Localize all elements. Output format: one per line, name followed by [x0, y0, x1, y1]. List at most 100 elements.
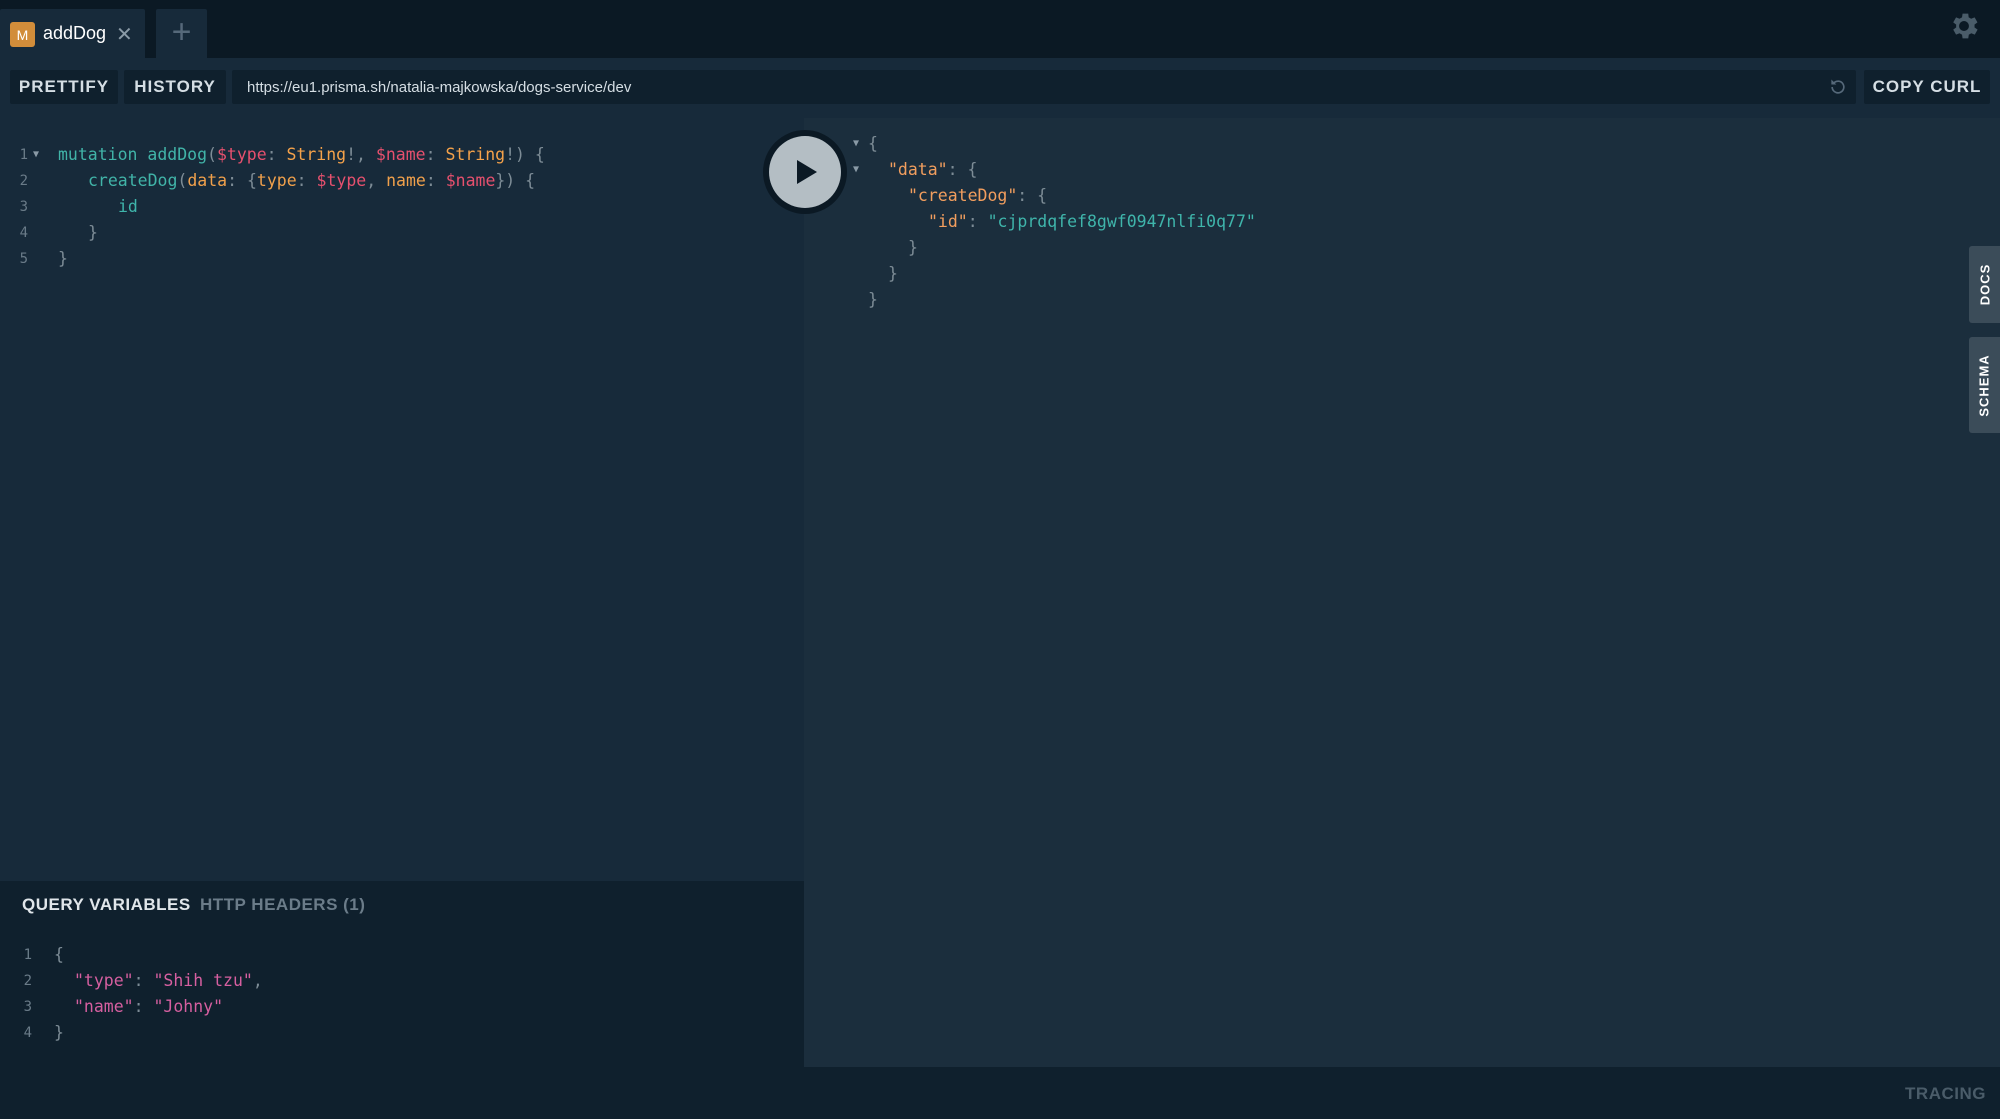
schema-tab-label: SCHEMA — [1977, 353, 1992, 417]
copy-curl-button[interactable]: COPY CURL — [1864, 70, 1990, 104]
code-token: "name" — [74, 997, 134, 1016]
code-token: !) { — [505, 145, 545, 164]
code-token: createDog — [88, 171, 178, 190]
code-token: "Johny" — [153, 997, 224, 1016]
code-token: String — [445, 145, 506, 164]
code-token: , — [366, 171, 387, 190]
code-token: { — [868, 134, 878, 153]
code-token: } — [908, 238, 918, 257]
code-text: "createDog": { — [908, 183, 1047, 209]
query-line: 4} — [0, 220, 780, 246]
variables-editor[interactable]: 1{2 "type": "Shih tzu", 3 "name": "Johny" 4} — [0, 881, 804, 1067]
fold-arrow-icon[interactable]: ▼ — [33, 142, 39, 168]
code-token: : — [967, 212, 988, 231]
code-token: data — [187, 171, 228, 190]
line-number: 1 — [23, 947, 32, 963]
code-text: "data": { — [888, 157, 977, 183]
line-number: 3 — [19, 199, 28, 215]
code-token: : — [133, 971, 154, 990]
docs-tab-label: DOCS — [1977, 263, 1992, 306]
result-line: "createDog": { — [804, 183, 1584, 209]
code-text: "id": "cjprdqfef8gwf0947nlfi0q77" — [928, 209, 1256, 235]
variables-line: 1{ — [0, 942, 780, 968]
prettify-button[interactable]: PRETTIFY — [10, 70, 118, 104]
endpoint-url-input[interactable]: https://eu1.prisma.sh/natalia-majkowska/… — [232, 70, 1856, 104]
schema-tab[interactable]: SCHEMA — [1969, 337, 2000, 433]
code-token: "data" — [888, 160, 948, 179]
fold-arrow-icon[interactable]: ▼ — [853, 131, 859, 157]
history-button[interactable]: HISTORY — [124, 70, 226, 104]
code-token: $name — [375, 145, 426, 164]
close-icon[interactable]: ✕ — [116, 22, 133, 47]
new-tab-button[interactable]: + — [156, 9, 207, 58]
code-token: "cjprdqfef8gwf0947nlfi0q77" — [987, 212, 1256, 231]
code-token: , — [252, 971, 263, 990]
docs-tab[interactable]: DOCS — [1969, 246, 2000, 323]
result-line: "id": "cjprdqfef8gwf0947nlfi0q77" — [804, 209, 1584, 235]
code-text: } — [868, 287, 878, 313]
code-token: "type" — [74, 971, 134, 990]
code-token: } — [868, 290, 878, 309]
code-text: } — [888, 261, 898, 287]
result-viewer: ▼{▼ "data": {"createDog": {"id": "cjprdqf… — [804, 118, 2000, 1067]
query-line: 5} — [0, 246, 780, 272]
result-line: } — [804, 261, 1584, 287]
code-token: } — [888, 264, 898, 283]
query-line: 1 ▼ mutation addDog($type: String!, $name:… — [0, 142, 780, 168]
result-line: ▼{ — [804, 131, 1584, 157]
code-text: } — [54, 1020, 64, 1046]
code-token: }) { — [495, 171, 536, 190]
variables-panel: QUERY VARIABLES HTTP HEADERS (1) 1{2 "typ… — [0, 881, 804, 1067]
reload-icon[interactable] — [1828, 77, 1848, 97]
code-token: ( — [207, 145, 217, 164]
code-text: "name": "Johny" — [74, 994, 223, 1020]
query-line: 2 createDog(data: {type: $type, name: $na… — [0, 168, 780, 194]
line-number: 4 — [19, 225, 28, 241]
code-token: : — [425, 145, 446, 164]
code-token: mutation — [58, 145, 148, 164]
query-editor[interactable]: 1 ▼ mutation addDog($type: String!, $name:… — [0, 118, 804, 881]
line-number: 1 — [19, 147, 28, 163]
result-line: ▼ "data": { — [804, 157, 1584, 183]
code-text: "type": "Shih tzu", — [74, 968, 263, 994]
line-number: 2 — [23, 973, 32, 989]
code-token: } — [54, 1023, 64, 1042]
code-token: $type — [216, 145, 267, 164]
code-token: $name — [445, 171, 496, 190]
result-line: } — [804, 287, 1584, 313]
code-token: name — [386, 171, 426, 190]
code-token: "Shih tzu" — [153, 971, 253, 990]
line-number: 4 — [23, 1025, 32, 1041]
code-text: mutation addDog($type: String!, $name: S… — [58, 142, 545, 168]
code-token: : { — [227, 171, 257, 190]
line-number: 2 — [19, 173, 28, 189]
gear-icon[interactable] — [1947, 9, 1981, 43]
mutation-badge: M — [10, 22, 35, 47]
tracing-button[interactable]: TRACING — [1905, 1084, 1986, 1104]
code-token: } — [58, 249, 68, 268]
code-token: { — [54, 945, 64, 964]
code-token: : { — [1017, 186, 1048, 205]
code-token: } — [88, 223, 98, 242]
tab-adddog[interactable]: M addDog ✕ — [0, 9, 145, 58]
code-text: createDog(data: {type: $type, name: $nam… — [88, 168, 535, 194]
endpoint-url-text: https://eu1.prisma.sh/natalia-majkowska/… — [247, 78, 632, 96]
code-text: id — [118, 194, 138, 220]
code-token: : — [425, 171, 446, 190]
code-token: id — [118, 197, 138, 216]
toolbar: PRETTIFY HISTORY https://eu1.prisma.sh/n… — [0, 58, 2000, 118]
fold-arrow-icon[interactable]: ▼ — [853, 157, 859, 183]
code-text: { — [54, 942, 64, 968]
code-token: "createDog" — [908, 186, 1018, 205]
code-token: : — [296, 171, 317, 190]
code-token: : — [133, 997, 154, 1016]
execute-query-button[interactable] — [763, 130, 847, 214]
code-token: !, — [346, 145, 376, 164]
code-text: { — [868, 131, 878, 157]
code-token: $type — [316, 171, 367, 190]
code-token: "id" — [928, 212, 968, 231]
code-text: } — [908, 235, 918, 261]
code-token: ( — [177, 171, 188, 190]
tab-title: addDog — [43, 23, 107, 43]
variables-line: 2 "type": "Shih tzu", — [0, 968, 780, 994]
